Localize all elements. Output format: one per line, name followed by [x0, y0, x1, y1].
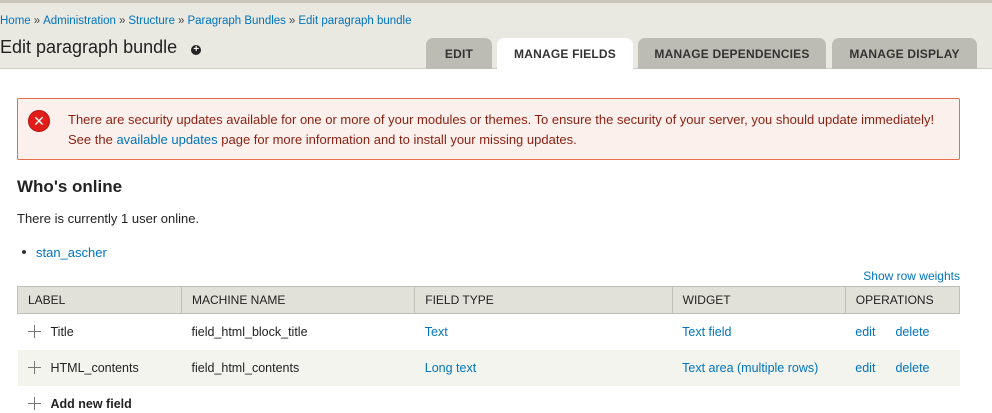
field-label: HTML_contents — [50, 360, 139, 375]
add-new-field-label: Add new field — [50, 396, 132, 411]
widget-link[interactable]: Text area (multiple rows) — [682, 361, 818, 375]
bullet — [22, 250, 26, 254]
delete-link[interactable]: delete — [895, 361, 929, 375]
drag-handle-icon[interactable] — [27, 360, 41, 374]
whos-online-heading: Who's online — [17, 177, 123, 196]
tab-manage-dependencies[interactable]: MANAGE DEPENDENCIES — [638, 38, 826, 69]
machine-name: field_html_block_title — [191, 324, 308, 339]
add-new-field-row: Add new field — [18, 386, 960, 413]
column-header-operations: OPERATIONS — [844, 286, 961, 314]
add-shortcut-icon[interactable]: + — [191, 45, 202, 55]
field-label: Title — [50, 324, 74, 339]
online-user-list: stan_ascher — [22, 245, 107, 260]
breadcrumb-paragraph-bundles[interactable]: Paragraph Bundles — [187, 15, 285, 27]
table-header-row: LABEL MACHINE NAME FIELD TYPE WIDGET OPE… — [17, 286, 961, 314]
field-type-link[interactable]: Long text — [425, 361, 476, 375]
column-header-machine-name: MACHINE NAME — [180, 286, 416, 314]
breadcrumb-home[interactable]: Home — [0, 15, 31, 27]
header-top-border — [0, 0, 992, 3]
breadcrumb-separator: » — [288, 15, 296, 27]
breadcrumb-structure[interactable]: Structure — [128, 15, 175, 27]
breadcrumb-administration[interactable]: Administration — [43, 15, 116, 27]
table-row: Title field_html_block_title Text Text f… — [18, 314, 960, 350]
drag-handle-icon[interactable] — [27, 396, 41, 410]
field-type-link[interactable]: Text — [425, 325, 448, 339]
table-row: HTML_contents field_html_contents Long t… — [17, 349, 960, 386]
page-header: Home» Administration» Structure» Paragraph … — [0, 0, 992, 70]
column-header-widget: WIDGET — [671, 286, 846, 314]
show-row-weights-link[interactable]: Show row weights — [863, 269, 960, 283]
error-message-text: There are security updates available for… — [68, 112, 935, 147]
breadcrumb-edit-paragraph-bundle[interactable]: Edit paragraph bundle — [298, 15, 411, 27]
breadcrumb-separator: » — [118, 15, 126, 27]
breadcrumb-separator: » — [178, 15, 185, 27]
breadcrumb-separator: » — [33, 15, 41, 27]
tab-manage-display[interactable]: MANAGE DISPLAY — [832, 38, 977, 69]
online-count-text: There is currently 1 user online. — [17, 211, 200, 226]
machine-name: field_html_contents — [191, 360, 300, 375]
page-title-text: Edit paragraph bundle — [0, 37, 178, 57]
column-header-field-type: FIELD TYPE — [414, 286, 673, 314]
breadcrumb: Home» Administration» Structure» Paragraph … — [0, 15, 412, 27]
tab-edit[interactable]: EDIT — [426, 38, 492, 69]
edit-link[interactable]: edit — [855, 361, 875, 375]
fields-table: LABEL MACHINE NAME FIELD TYPE WIDGET OPE… — [17, 286, 961, 413]
delete-link[interactable]: delete — [895, 325, 929, 339]
edit-link[interactable]: edit — [855, 325, 875, 339]
page-title: Edit paragraph bundle + — [0, 37, 202, 58]
tab-manage-fields[interactable]: MANAGE FIELDS — [497, 38, 633, 70]
error-icon: ✕ — [28, 110, 50, 132]
security-error-message: ✕ There are security updates available f… — [17, 98, 960, 160]
available-updates-link[interactable]: available updates — [116, 132, 217, 147]
widget-link[interactable]: Text field — [682, 325, 731, 339]
user-link[interactable]: stan_ascher — [36, 245, 107, 260]
drag-handle-icon[interactable] — [27, 324, 41, 338]
list-item: stan_ascher — [22, 245, 107, 260]
column-header-label: LABEL — [17, 286, 182, 314]
